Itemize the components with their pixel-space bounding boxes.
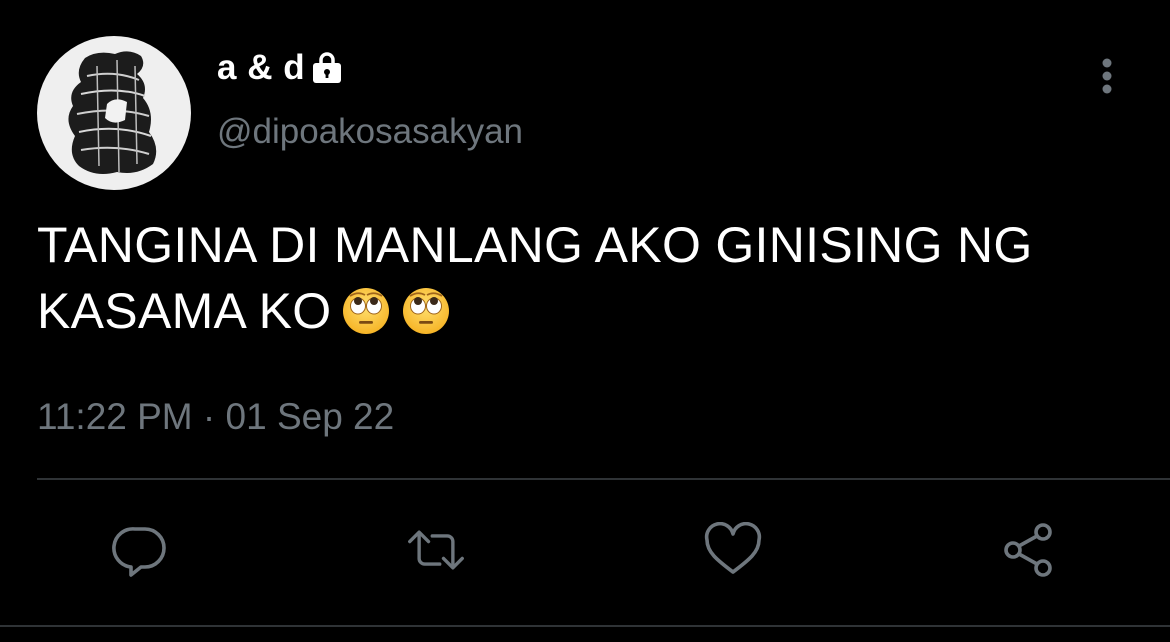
bottom-divider [0, 625, 1170, 627]
share-icon [1004, 523, 1052, 577]
avatar-image [68, 51, 157, 174]
lock-icon [311, 51, 343, 85]
retweet-icon [408, 530, 464, 570]
reply-button[interactable] [110, 520, 170, 580]
like-button[interactable] [703, 520, 763, 580]
tweet-text-line-2-text: KASAMA KO [37, 283, 332, 339]
rolling-eyes-emoji-icon [341, 286, 391, 336]
share-button[interactable] [999, 520, 1059, 580]
tweet-text: TANGINA DI MANLANG AKO GINISING NG KASAM… [37, 212, 1137, 344]
display-name[interactable]: a & d [217, 48, 305, 88]
tweet-text-line-1: TANGINA DI MANLANG AKO GINISING NG [37, 217, 1033, 273]
author-name-row[interactable]: a & d [217, 48, 343, 88]
reply-icon [112, 527, 166, 577]
more-options-icon[interactable] [1092, 55, 1122, 99]
like-icon [704, 522, 762, 574]
tweet: a & d @dipoakosasakyan TANGINA DI MANLAN… [0, 0, 1170, 642]
divider [37, 478, 1170, 480]
tweet-timestamp[interactable]: 11:22 PM · 01 Sep 22 [37, 396, 394, 438]
rolling-eyes-emoji-icon [401, 286, 451, 336]
handle[interactable]: @dipoakosasakyan [217, 112, 523, 152]
tweet-text-line-2: KASAMA KO [37, 278, 1137, 344]
avatar[interactable] [37, 36, 191, 190]
retweet-button[interactable] [406, 520, 466, 580]
